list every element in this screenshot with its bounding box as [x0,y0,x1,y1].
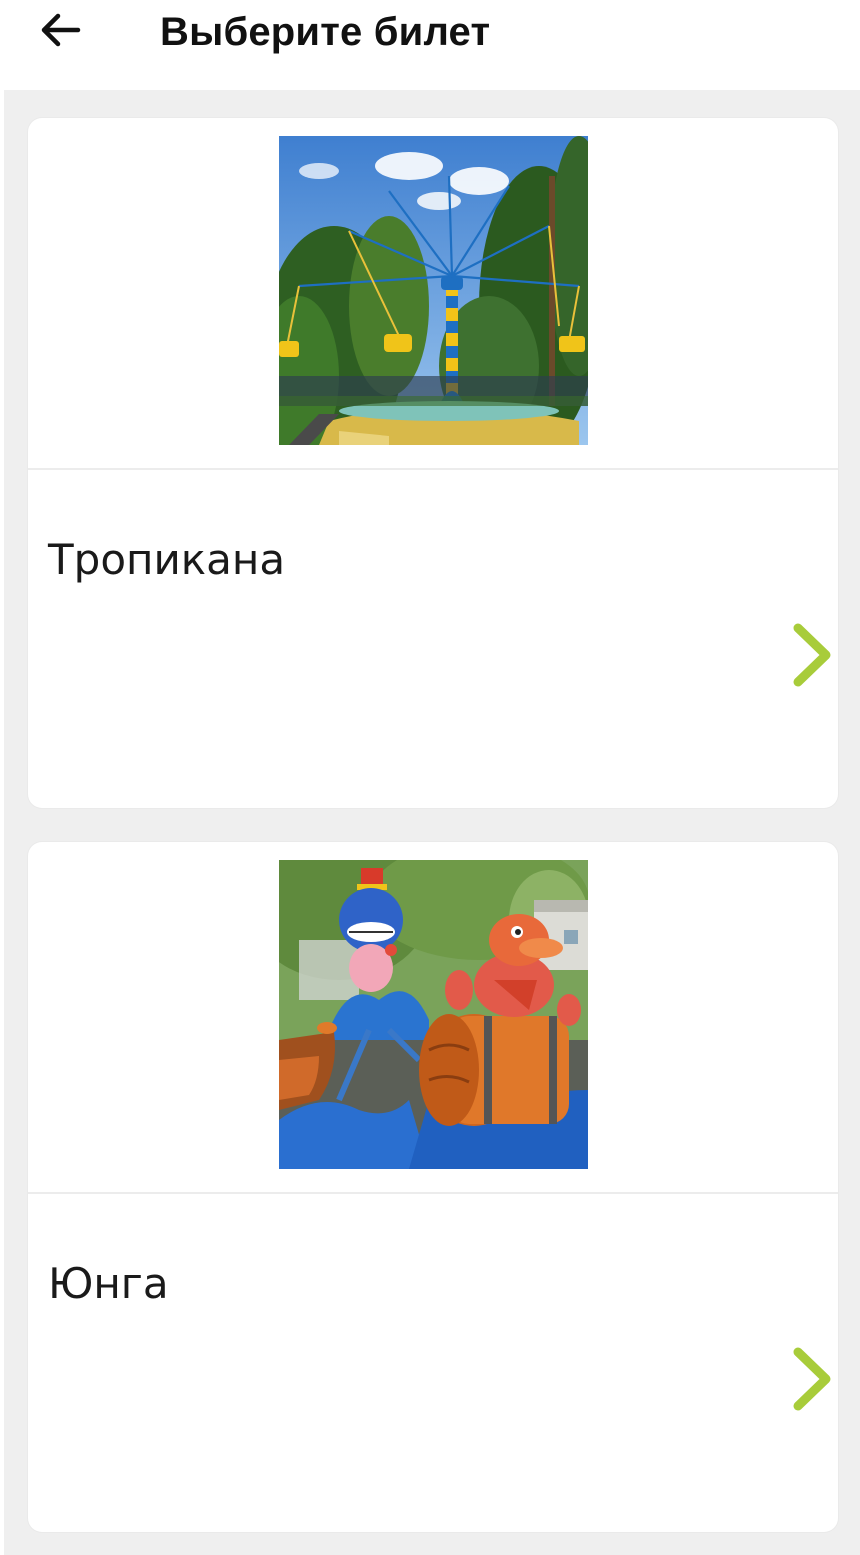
ticket-list: Тропикана Юнга [4,90,860,1555]
ticket-image-area [28,842,838,1194]
top-app-bar: Выберите билет [0,0,860,90]
arrow-left-icon [41,13,81,47]
ticket-name: Юнга [48,1259,169,1308]
chevron-right-icon[interactable] [790,620,836,690]
chain-swing-ride-photo [279,136,588,445]
ticket-info: Юнга [28,1194,838,1532]
ticket-card-tropikana[interactable]: Тропикана [28,118,838,808]
ticket-image-area [28,118,838,470]
back-button[interactable] [28,6,92,54]
kids-carousel-photo [279,860,588,1169]
ticket-info: Тропикана [28,470,838,808]
ticket-card-yunga[interactable]: Юнга [28,842,838,1532]
chevron-right-icon[interactable] [790,1344,836,1414]
ticket-name: Тропикана [48,535,286,584]
page-title: Выберите билет [160,10,491,54]
